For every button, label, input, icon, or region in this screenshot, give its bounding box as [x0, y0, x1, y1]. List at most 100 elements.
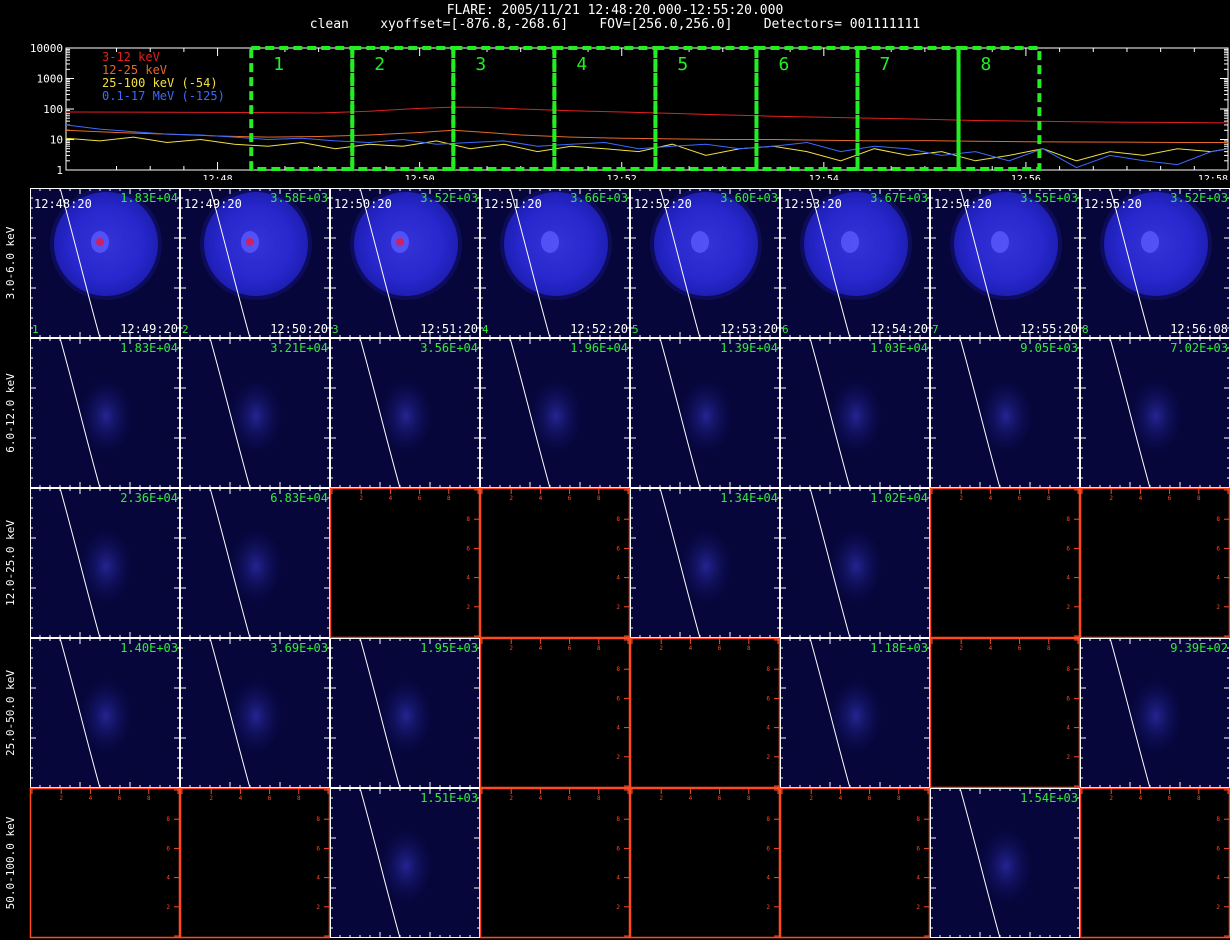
empty-axis-label: 2 — [166, 904, 170, 911]
empty-axis-label: 2 — [509, 795, 513, 802]
faint-emission — [678, 376, 734, 456]
row-label: 3.0-6.0 keV — [4, 226, 17, 299]
empty-axis-label: 8 — [766, 666, 770, 673]
empty-axis-label: 2 — [959, 495, 963, 502]
empty-axis-label: 2 — [1066, 604, 1070, 611]
empty-panel — [1080, 488, 1230, 638]
faint-emission — [78, 676, 134, 756]
empty-axis-label: 6 — [1168, 795, 1172, 802]
empty-axis-label: 8 — [616, 666, 620, 673]
empty-axis-label: 6 — [718, 795, 722, 802]
faint-emission — [1128, 376, 1184, 456]
image-panel: 1.40E+03 — [30, 637, 180, 789]
image-panel: 1.39E+04 — [630, 337, 780, 489]
faint-emission — [678, 526, 734, 606]
empty-axis-label: 8 — [916, 816, 920, 823]
empty-axis-label: 8 — [447, 495, 451, 502]
empty-axis-label: 2 — [959, 645, 963, 652]
image-panel: 2 2 4 4 6 6 8 8 — [629, 787, 781, 939]
empty-axis-label: 6 — [616, 695, 620, 702]
image-panel: 7.02E+03 — [1080, 337, 1230, 489]
empty-axis-label: 2 — [509, 495, 513, 502]
panel-index-label: 2 — [182, 323, 189, 336]
row-label: 25.0-50.0 keV — [4, 670, 17, 756]
empty-axis-label: 4 — [916, 875, 920, 882]
faint-emission — [78, 376, 134, 456]
row-label: 6.0-12.0 keV — [4, 373, 17, 453]
empty-panel — [480, 638, 630, 788]
faint-emission — [528, 376, 584, 456]
panel-index-label: 6 — [782, 323, 789, 336]
image-panel: 2 2 4 4 6 6 8 8 — [629, 637, 781, 789]
empty-axis-label: 8 — [147, 795, 151, 802]
empty-axis-label: 6 — [568, 495, 572, 502]
empty-axis-label: 6 — [568, 645, 572, 652]
image-panel: 2 2 4 4 6 6 8 8 — [29, 787, 181, 939]
image-panel: 1.03E+04 — [780, 337, 930, 489]
flux-label: 3.66E+03 — [570, 191, 628, 205]
image-panel: 3.21E+04 — [180, 337, 330, 489]
empty-axis-label: 2 — [1109, 795, 1113, 802]
image-panel: 3.52E+03 12:55:20 12:56:08 8 — [1080, 187, 1230, 339]
empty-axis-label: 6 — [616, 845, 620, 852]
empty-axis-label: 4 — [1216, 875, 1220, 882]
empty-axis-label: 6 — [1066, 695, 1070, 702]
faint-emission — [228, 526, 284, 606]
empty-axis-label: 6 — [1216, 545, 1220, 552]
bright-kernel — [691, 231, 709, 253]
faint-emission — [828, 676, 884, 756]
empty-axis-label: 8 — [897, 795, 901, 802]
empty-axis-label: 4 — [616, 875, 620, 882]
image-panel: 1.51E+03 — [330, 787, 480, 939]
flux-label: 3.69E+03 — [270, 641, 328, 655]
empty-axis-label: 6 — [1168, 495, 1172, 502]
image-panel: 2 2 4 4 6 6 8 8 — [779, 787, 931, 939]
end-time-label: 12:55:20 — [1020, 322, 1078, 336]
peak-kernel — [96, 238, 104, 246]
empty-axis-label: 8 — [597, 645, 601, 652]
empty-axis-label: 6 — [916, 845, 920, 852]
empty-panel — [930, 638, 1080, 788]
flux-label: 3.21E+04 — [270, 341, 328, 355]
faint-emission — [228, 676, 284, 756]
empty-axis-label: 8 — [597, 795, 601, 802]
empty-axis-label: 2 — [209, 795, 213, 802]
image-panel: 2 2 4 4 6 6 8 8 — [179, 787, 331, 939]
peak-kernel — [246, 238, 254, 246]
empty-panel — [30, 788, 180, 938]
flux-label: 1.34E+04 — [720, 491, 778, 505]
bright-kernel — [541, 231, 559, 253]
faint-emission — [1128, 676, 1184, 756]
flux-label: 9.39E+02 — [1170, 641, 1228, 655]
image-panel: 9.05E+03 — [930, 337, 1080, 489]
empty-axis-label: 8 — [1066, 516, 1070, 523]
empty-axis-label: 2 — [359, 495, 363, 502]
faint-emission — [78, 526, 134, 606]
flux-label: 1.40E+03 — [120, 641, 178, 655]
empty-axis-label: 8 — [1047, 495, 1051, 502]
empty-axis-label: 2 — [59, 795, 63, 802]
image-panel: 1.34E+04 — [630, 487, 780, 639]
faint-emission — [228, 376, 284, 456]
empty-axis-label: 8 — [616, 516, 620, 523]
empty-axis-label: 2 — [809, 795, 813, 802]
image-panel: 9.39E+02 — [1080, 637, 1230, 789]
empty-panel — [930, 488, 1080, 638]
empty-axis-label: 6 — [118, 795, 122, 802]
empty-axis-label: 2 — [916, 904, 920, 911]
image-panel: 3.69E+03 — [180, 637, 330, 789]
image-panel: 2 2 4 4 6 6 8 8 — [329, 487, 481, 639]
flux-label: 3.52E+03 — [1170, 191, 1228, 205]
empty-axis-label: 2 — [1109, 495, 1113, 502]
image-panel: 1.95E+03 — [330, 637, 480, 789]
end-time-label: 12:56:08 — [1170, 322, 1228, 336]
faint-emission — [378, 676, 434, 756]
image-panel: 6.83E+04 — [180, 487, 330, 639]
end-time-label: 12:51:20 — [420, 322, 478, 336]
empty-axis-label: 4 — [689, 795, 693, 802]
row-label: 12.0-25.0 keV — [4, 520, 17, 606]
empty-axis-label: 4 — [989, 495, 993, 502]
flux-label: 1.39E+04 — [720, 341, 778, 355]
panel-index-label: 3 — [332, 323, 339, 336]
empty-axis-label: 2 — [616, 904, 620, 911]
